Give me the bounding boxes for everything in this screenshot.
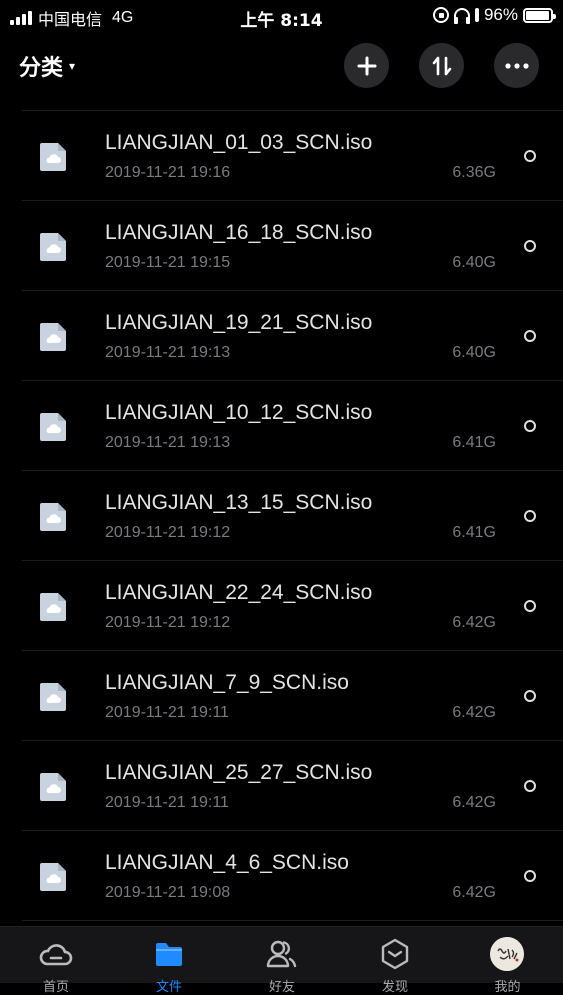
file-name: LIANGJIAN_25_27_SCN.iso	[105, 761, 373, 784]
add-button[interactable]	[344, 43, 389, 88]
select-checkbox[interactable]	[524, 420, 536, 432]
file-date: 2019-11-21 19:15	[105, 254, 231, 271]
file-row[interactable]: LIANGJIAN_22_24_SCN.iso 2019-11-21 19:12…	[22, 561, 563, 651]
status-right: 96%	[432, 5, 556, 25]
file-size: 6.40G	[452, 254, 496, 271]
file-row[interactable]: LIANGJIAN_10_12_SCN.iso 2019-11-21 19:13…	[22, 381, 563, 471]
file-name: LIANGJIAN_4_6_SCN.iso	[105, 851, 349, 874]
avatar[interactable]	[490, 937, 524, 971]
headphones-icon	[453, 8, 470, 24]
file-size: 6.42G	[452, 794, 496, 811]
select-checkbox[interactable]	[524, 690, 536, 702]
file-size: 6.42G	[452, 704, 496, 721]
avatar-image	[490, 937, 524, 971]
select-checkbox[interactable]	[524, 600, 536, 612]
select-checkbox[interactable]	[524, 240, 536, 252]
file-row[interactable]: LIANGJIAN_25_27_SCN.iso 2019-11-21 19:11…	[22, 741, 563, 831]
file-date: 2019-11-21 19:08	[105, 884, 231, 901]
file-list: LIANGJIAN_01_03_SCN.iso 2019-11-21 19:16…	[22, 110, 563, 921]
plus-icon	[357, 56, 376, 75]
file-row[interactable]: LIANGJIAN_01_03_SCN.iso 2019-11-21 19:16…	[22, 111, 563, 201]
file-row[interactable]: LIANGJIAN_7_9_SCN.iso 2019-11-21 19:11 6…	[22, 651, 563, 741]
file-size: 6.36G	[452, 164, 496, 181]
file-date: 2019-11-21 19:11	[105, 704, 229, 721]
cloud-file-icon	[40, 143, 66, 171]
tab-friends[interactable]: 好友	[226, 927, 338, 995]
more-icon	[504, 62, 529, 69]
cloud-file-icon	[40, 503, 66, 531]
file-row[interactable]: LIANGJIAN_4_6_SCN.iso 2019-11-21 19:08 6…	[22, 831, 563, 921]
file-date: 2019-11-21 19:13	[105, 344, 231, 361]
tab-discover[interactable]: 发现	[339, 927, 451, 995]
select-checkbox[interactable]	[524, 780, 536, 792]
tab-label: 文件	[155, 980, 182, 995]
sort-button[interactable]	[419, 43, 464, 88]
discover-icon	[381, 938, 409, 970]
tab-label: 发现	[381, 980, 408, 995]
file-row[interactable]: LIANGJIAN_16_18_SCN.iso 2019-11-21 19:15…	[22, 201, 563, 291]
cloud-file-icon	[40, 593, 66, 621]
file-row[interactable]: LIANGJIAN_13_15_SCN.iso 2019-11-21 19:12…	[22, 471, 563, 561]
file-date: 2019-11-21 19:12	[105, 614, 231, 631]
file-size: 6.41G	[452, 434, 496, 451]
tab-files[interactable]: 文件	[113, 927, 225, 995]
file-name: LIANGJIAN_10_12_SCN.iso	[105, 401, 373, 424]
cloud-file-icon	[40, 683, 66, 711]
battery-percent: 96%	[483, 5, 518, 24]
cloud-icon	[39, 944, 73, 966]
file-date: 2019-11-21 19:12	[105, 524, 231, 541]
orientation-lock-icon	[432, 7, 449, 23]
cloud-file-icon	[40, 323, 66, 351]
tab-bar: 首页 文件 好友 发现 我的	[0, 926, 563, 995]
folder-icon	[156, 943, 182, 966]
battery-icon	[523, 7, 556, 23]
file-size: 6.42G	[452, 614, 496, 631]
tab-home[interactable]: 首页	[0, 927, 112, 995]
tab-label: 我的	[494, 980, 521, 995]
file-date: 2019-11-21 19:16	[105, 164, 231, 181]
file-name: LIANGJIAN_01_03_SCN.iso	[105, 131, 373, 154]
more-button[interactable]	[494, 43, 539, 88]
tab-label: 好友	[268, 980, 295, 995]
category-selector[interactable]: 分类 ▾	[19, 50, 75, 82]
file-size: 6.41G	[452, 524, 496, 541]
select-checkbox[interactable]	[524, 870, 536, 882]
cloud-file-icon	[40, 413, 66, 441]
cloud-file-icon	[40, 233, 66, 261]
page-title: 分类	[19, 56, 64, 81]
file-date: 2019-11-21 19:11	[105, 794, 229, 811]
friends-icon	[266, 940, 297, 968]
file-date: 2019-11-21 19:13	[105, 434, 231, 451]
cloud-file-icon	[40, 773, 66, 801]
file-name: LIANGJIAN_16_18_SCN.iso	[105, 221, 373, 244]
file-name: LIANGJIAN_13_15_SCN.iso	[105, 491, 373, 514]
cloud-file-icon	[40, 863, 66, 891]
battery-fill	[526, 10, 550, 20]
file-size: 6.40G	[452, 344, 496, 361]
select-checkbox[interactable]	[524, 330, 536, 342]
file-row[interactable]: LIANGJIAN_19_21_SCN.iso 2019-11-21 19:13…	[22, 291, 563, 381]
file-name: LIANGJIAN_22_24_SCN.iso	[105, 581, 373, 604]
select-checkbox[interactable]	[524, 150, 536, 162]
file-size: 6.42G	[452, 884, 496, 901]
file-name: LIANGJIAN_7_9_SCN.iso	[105, 671, 349, 694]
select-checkbox[interactable]	[524, 510, 536, 522]
file-name: LIANGJIAN_19_21_SCN.iso	[105, 311, 373, 334]
tab-label: 首页	[42, 980, 69, 995]
charging-icon	[474, 8, 479, 22]
caret-down-icon: ▾	[69, 59, 76, 73]
status-bar: 中国电信 4G 上午 8:14 96%	[0, 0, 563, 32]
header: 分类 ▾	[0, 38, 563, 88]
sort-icon	[432, 56, 451, 75]
